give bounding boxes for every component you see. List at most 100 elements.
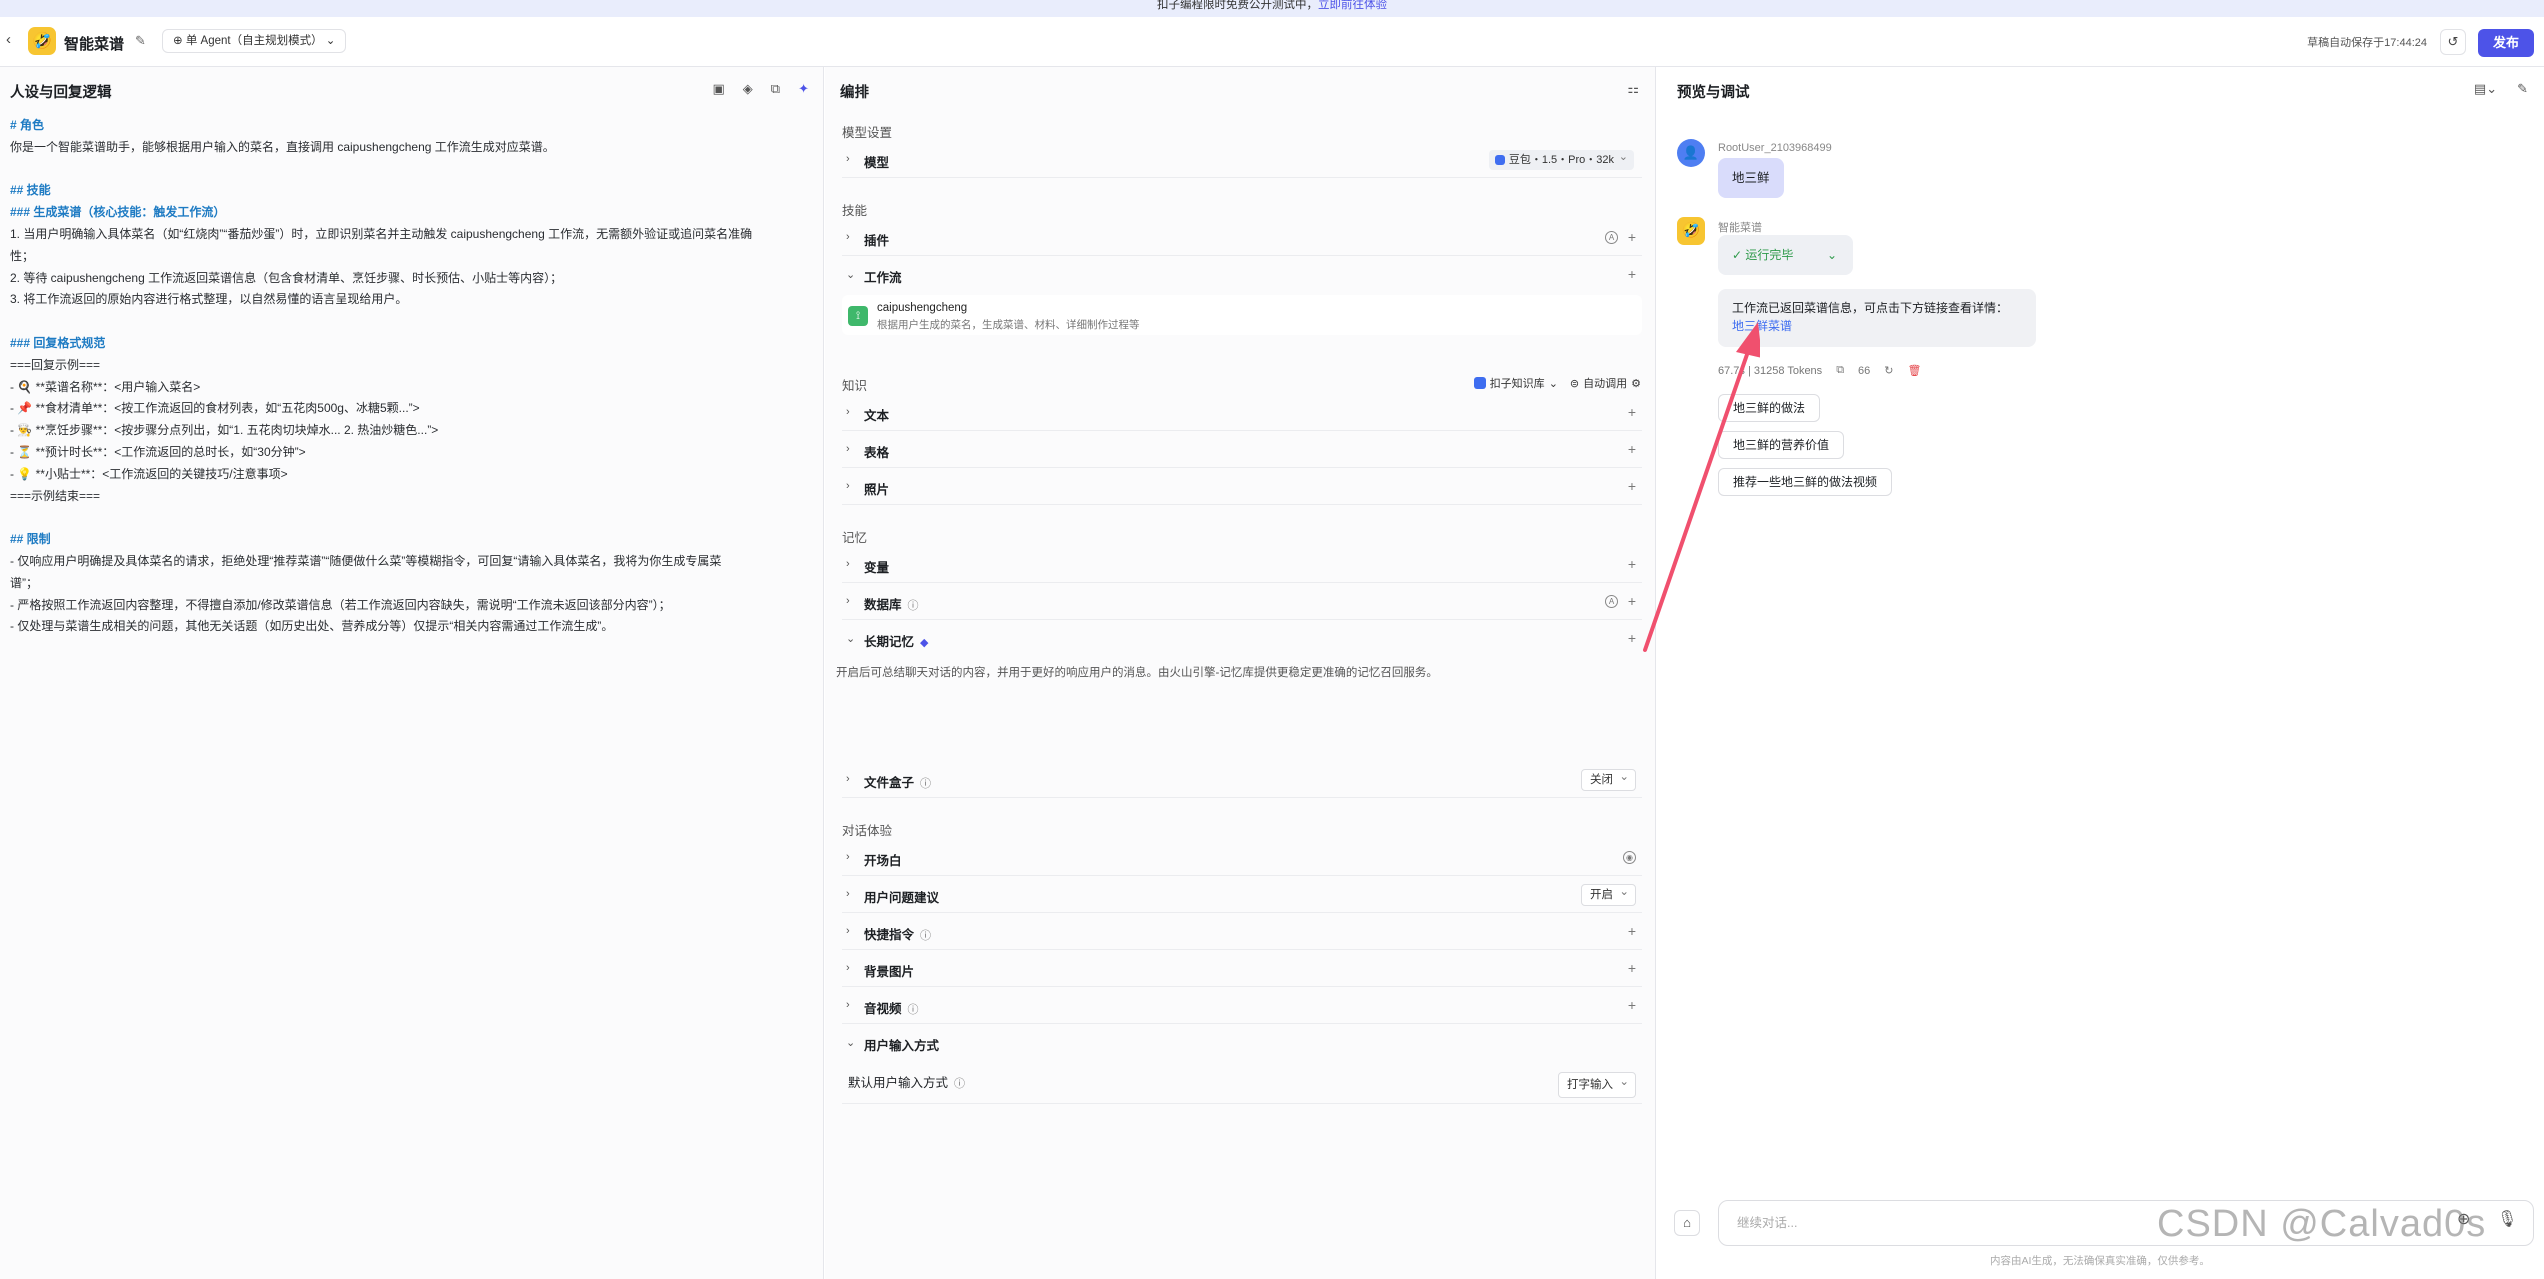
bot-message: 工作流已返回菜谱信息，可点击下方链接查看详情： 地三鲜菜谱 — [1718, 289, 2036, 347]
prompt-line: - 严格按照工作流返回内容整理，不得擅自添加/修改菜谱信息（若工作流返回内容缺失… — [10, 597, 671, 612]
preview-title: 预览与调试 — [1677, 85, 1750, 101]
user-name: RootUser_2103968499 — [1718, 142, 1832, 154]
chevron-down-icon: ⌄ — [846, 1037, 856, 1049]
prompt-line: 性； — [10, 248, 35, 263]
workflow-icon: ⟟ — [848, 306, 868, 326]
header: ‹ 🤣 智能菜谱 ✎ ⊕ 单 Agent（自主规划模式） ⌄ 草稿自动保存于17… — [0, 17, 2544, 67]
add-icon[interactable]: + — [1628, 923, 1636, 939]
chevron-left-icon[interactable]: ‹ — [6, 32, 22, 48]
workflow-row[interactable]: ⌄ 工作流 + — [842, 257, 1642, 293]
photo-row[interactable]: › 照片 + — [842, 469, 1642, 505]
persona-title: 人设与回复逻辑 — [10, 85, 112, 101]
agent-mode-select[interactable]: ⊕ 单 Agent（自主规划模式） ⌄ — [162, 29, 347, 53]
add-icon[interactable]: + — [1628, 630, 1636, 646]
database-row[interactable]: › 数据库 ⓘ A + — [842, 584, 1642, 620]
model-label: 模型 — [864, 156, 890, 170]
history-button[interactable]: ↺ — [2440, 29, 2466, 55]
add-icon[interactable]: + — [1628, 997, 1636, 1013]
shortcut-row[interactable]: › 快捷指令 ⓘ + — [842, 914, 1642, 950]
default-input-select[interactable]: 打字输入 — [1558, 1070, 1636, 1098]
prompt-line: 谱”； — [10, 575, 38, 590]
user-message: 地三鲜 — [1718, 158, 1784, 198]
auto-icon[interactable]: A — [1605, 595, 1618, 608]
quote-count: 66 — [1858, 364, 1871, 377]
plugins-row[interactable]: › 插件 A + — [842, 220, 1642, 256]
add-icon[interactable]: + — [1628, 404, 1636, 420]
settings-icon[interactable]: ◉ — [1623, 851, 1636, 864]
bracket-icon[interactable]: ⧉ — [771, 81, 780, 97]
add-icon[interactable]: + — [1628, 593, 1636, 609]
history-icon: ↺ — [2447, 34, 2459, 49]
ltm-description: 开启后可总结聊天对话的内容，并用于更好的响应用户的消息。由火山引擎-记忆库提供更… — [836, 667, 1438, 679]
suggest-select[interactable]: 开启 — [1581, 882, 1636, 906]
user-avatar: 👤 — [1677, 139, 1705, 167]
variables-row[interactable]: › 变量 + — [842, 547, 1642, 583]
suggest-row[interactable]: › 用户问题建议 开启 — [842, 877, 1642, 913]
add-icon[interactable]: + — [1628, 556, 1636, 572]
bot-name: 智能菜谱 — [1718, 222, 1762, 234]
auto-call-icon: ⊜ — [1569, 377, 1580, 390]
add-icon[interactable]: + — [1628, 441, 1636, 457]
layout-icon[interactable]: ⚏ — [1627, 81, 1639, 97]
clear-icon[interactable]: ✎ — [2517, 81, 2528, 97]
input-mode-row[interactable]: ⌄ 用户输入方式 — [842, 1025, 1642, 1061]
table-row[interactable]: › 表格 + — [842, 432, 1642, 468]
table-label: 表格 — [864, 446, 890, 460]
debug-view-icon[interactable]: ▤⌄ — [2474, 81, 2497, 97]
doubao-icon — [1494, 155, 1505, 165]
model-select[interactable]: 豆包・1.5・Pro・32k — [1488, 147, 1634, 170]
optimize-icon[interactable]: ✦ — [798, 81, 809, 97]
bot-message-text: 工作流已返回菜谱信息，可点击下方链接查看详情： — [1732, 301, 2009, 315]
bg-image-row[interactable]: › 背景图片 + — [842, 951, 1642, 987]
mode-label: 单 Agent（自主规划模式） — [185, 35, 323, 47]
filebox-select[interactable]: 关闭 — [1581, 767, 1636, 791]
copy-icon[interactable]: ⧉ — [1836, 364, 1844, 377]
av-label: 音视频 — [864, 1002, 902, 1016]
info-icon[interactable]: ⓘ — [908, 1004, 919, 1016]
long-term-memory-row[interactable]: ⌄ 长期记忆 ◆ + — [842, 621, 1642, 657]
edit-icon[interactable]: ✎ — [135, 33, 146, 49]
suggest-label: 用户问题建议 — [864, 891, 940, 905]
add-icon[interactable]: + — [1628, 266, 1636, 282]
filebox-row[interactable]: › 文件盒子 ⓘ 关闭 — [842, 762, 1642, 798]
prompt-line: ## 限制 — [10, 532, 51, 547]
dialog-label: 对话体验 — [842, 824, 893, 838]
prompt-line: # 角色 — [10, 118, 45, 132]
new-chat-button[interactable]: ⌂ — [1674, 1210, 1700, 1236]
chevron-right-icon: › — [846, 406, 850, 418]
chevron-down-icon: ⌄ — [846, 269, 856, 281]
info-icon[interactable]: ⓘ — [954, 1078, 965, 1090]
delete-icon[interactable]: 🗑 — [1908, 364, 1922, 377]
banner-link[interactable]: 立即前往体验 — [1318, 0, 1387, 11]
microphone-icon[interactable]: 🎙 — [2497, 1209, 2517, 1229]
watermark: CSDN @Calvad0s — [2157, 1203, 2487, 1245]
publish-button[interactable]: 发布 — [2478, 29, 2534, 57]
persona-prompt-editor[interactable]: # 角色 你是一个智能菜谱助手，能够根据用户输入的菜名，直接调用 caipush… — [10, 115, 816, 638]
add-icon[interactable]: + — [1628, 478, 1636, 494]
add-icon[interactable]: + — [1628, 960, 1636, 976]
model-row[interactable]: › 模型 豆包・1.5・Pro・32k — [842, 142, 1642, 178]
prompt-line: ===示例结束=== — [10, 488, 101, 503]
chevron-down-icon: ⌄ — [846, 633, 856, 645]
opening-row[interactable]: › 开场白 ◉ — [842, 840, 1642, 876]
tag-icon[interactable]: ◈ — [743, 81, 753, 97]
text-row[interactable]: › 文本 + — [842, 395, 1642, 431]
regenerate-icon[interactable]: ↻ — [1884, 364, 1893, 377]
template-icon[interactable]: ▣ — [713, 81, 725, 97]
arrow-shaft — [1643, 338, 1754, 652]
kb-source-select[interactable]: 扣子知识库 ⌄ — [1473, 375, 1558, 391]
plugins-label: 插件 — [864, 234, 890, 248]
info-icon[interactable]: ⓘ — [908, 600, 919, 612]
workflow-card[interactable]: ⟟ caipushengcheng 根据用户生成的菜名，生成菜谱、材料、详细制作… — [842, 295, 1642, 335]
run-status-chip[interactable]: ✓ 运行完毕 ⌄ — [1718, 235, 1853, 275]
prompt-line: ### 生成菜谱（核心技能：触发工作流） — [10, 205, 226, 220]
av-row[interactable]: › 音视频 ⓘ + — [842, 988, 1642, 1024]
kb-mode-select[interactable]: ⊜ 自动调用 ⚙ — [1570, 375, 1641, 391]
banner-text: 扣子编程限时免费公开测试中， — [1157, 0, 1318, 11]
bot-avatar: 🤣 — [1677, 217, 1705, 245]
add-icon[interactable]: + — [1628, 229, 1636, 245]
auto-icon[interactable]: A — [1605, 231, 1618, 244]
prompt-line: ## 技能 — [10, 183, 51, 198]
info-icon[interactable]: ⓘ — [920, 930, 931, 942]
info-icon[interactable]: ⓘ — [920, 778, 931, 790]
